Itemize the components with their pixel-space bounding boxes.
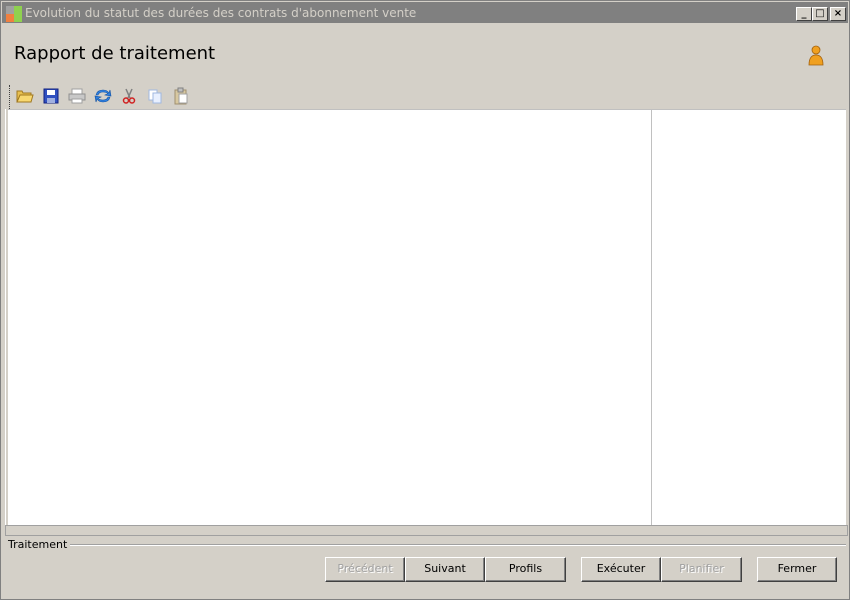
group-divider: [63, 544, 846, 546]
refresh-icon: [94, 88, 112, 107]
group-label: Traitement: [8, 538, 71, 551]
paste-icon: [173, 87, 189, 108]
content-border: [5, 109, 6, 525]
maximize-icon: □: [815, 8, 825, 19]
window-title: Evolution du statut des durées des contr…: [25, 6, 417, 20]
save-button[interactable]: [41, 87, 61, 107]
copy-button[interactable]: [145, 87, 165, 107]
toolbar-grip[interactable]: [9, 85, 12, 109]
minimize-button[interactable]: _: [796, 7, 812, 21]
cut-button[interactable]: [119, 87, 139, 107]
panel-splitter[interactable]: [651, 110, 652, 525]
folder-open-icon: [16, 88, 34, 107]
app-icon: [6, 6, 22, 22]
schedule-button[interactable]: Planifier: [661, 557, 742, 582]
close-icon: ×: [833, 8, 843, 19]
execute-button[interactable]: Exécuter: [581, 557, 661, 582]
minimize-icon: _: [801, 8, 807, 19]
paste-button[interactable]: [171, 87, 191, 107]
close-window-button[interactable]: ×: [830, 7, 846, 21]
scissors-icon: [121, 88, 137, 107]
page-title: Rapport de traitement: [14, 43, 216, 64]
main-window: Evolution du statut des durées des contr…: [0, 0, 850, 600]
refresh-button[interactable]: [93, 87, 113, 107]
close-button[interactable]: Fermer: [757, 557, 837, 582]
maximize-button[interactable]: □: [812, 7, 828, 21]
title-bar[interactable]: Evolution du statut des durées des contr…: [2, 2, 848, 23]
save-icon: [43, 88, 59, 107]
report-panel[interactable]: [8, 109, 846, 525]
previous-button[interactable]: Précédent: [325, 557, 405, 582]
open-button[interactable]: [15, 87, 35, 107]
copy-icon: [147, 88, 163, 107]
printer-icon: [68, 88, 86, 107]
user-icon: [807, 45, 825, 67]
horizontal-scrollbar[interactable]: [5, 525, 848, 536]
print-button[interactable]: [67, 87, 87, 107]
profiles-button[interactable]: Profils: [485, 557, 566, 582]
next-button[interactable]: Suivant: [405, 557, 485, 582]
